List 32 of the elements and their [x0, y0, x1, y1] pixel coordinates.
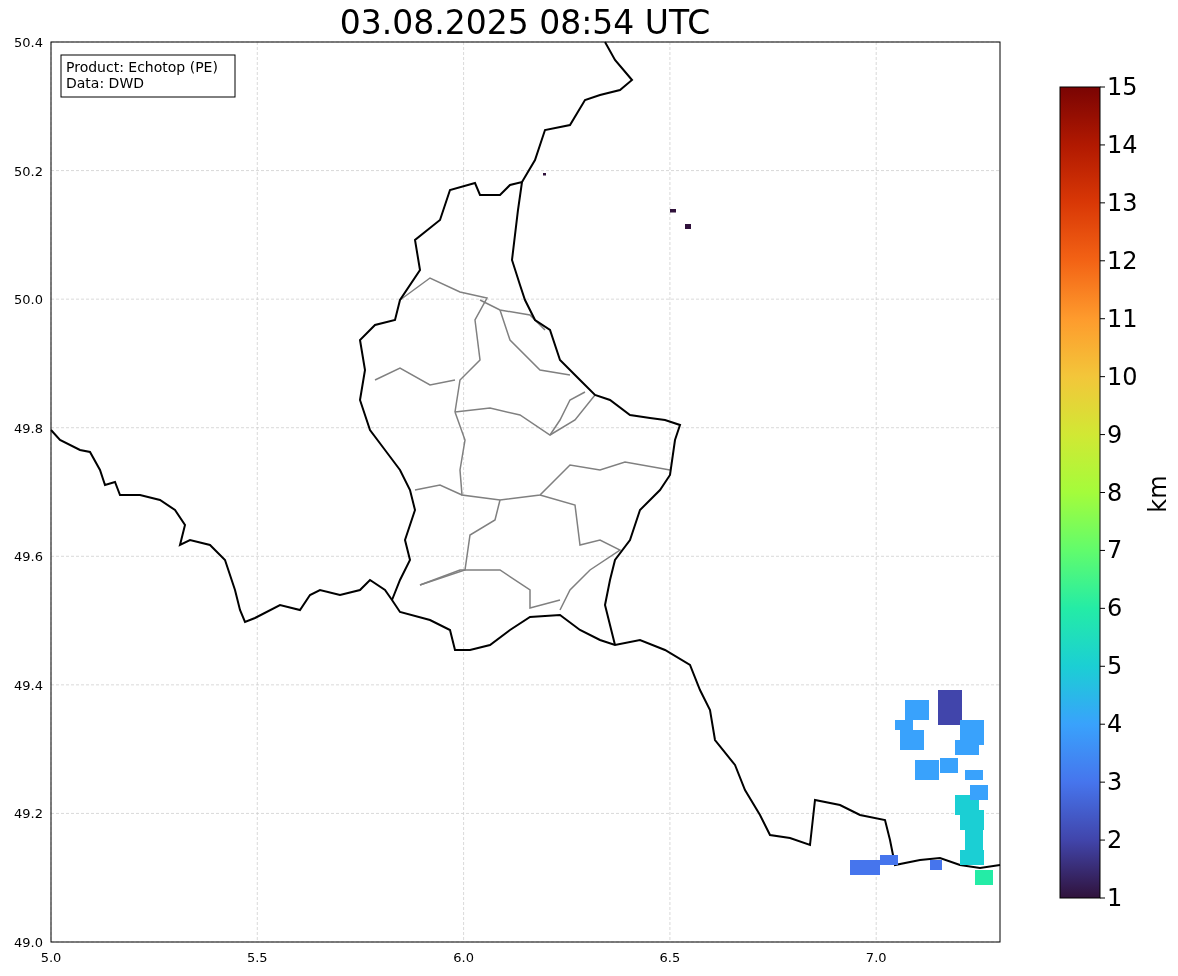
y-tick-label: 49.6	[14, 549, 43, 565]
y-tick-label: 49.2	[14, 806, 43, 822]
colorbar-tick-label: 5	[1107, 652, 1123, 681]
colorbar-tick-label: 15	[1107, 73, 1138, 101]
colorbar-tick-label: 8	[1107, 478, 1123, 507]
colorbar-tick-label: 14	[1107, 130, 1138, 159]
colorbar-tick-label: 13	[1107, 188, 1138, 217]
legend-text: Product: Echotop (PE)	[66, 59, 218, 75]
y-tick-label: 50.0	[14, 292, 43, 308]
legend-text: Data: DWD	[66, 75, 144, 91]
x-tick-label: 7.0	[865, 950, 887, 965]
colorbar-tick-label: 2	[1107, 826, 1123, 855]
x-tick-label: 5.5	[246, 950, 268, 965]
colorbar-tick-label: 12	[1107, 246, 1138, 275]
colorbar-tick-label: 11	[1107, 304, 1138, 333]
x-tick-label: 6.5	[659, 950, 681, 965]
y-tick-label: 49.0	[14, 935, 43, 950]
colorbar-tick-label: 4	[1107, 710, 1123, 739]
chart-title: 03.08.2025 08:54 UTC	[339, 3, 711, 42]
x-tick-label: 6.0	[453, 950, 474, 965]
y-tick-label: 50.4	[14, 35, 43, 50]
x-tick-label: 5.0	[40, 950, 62, 965]
colorbar-tick-label: 3	[1107, 768, 1123, 797]
colorbar-tick-label: 9	[1107, 420, 1123, 449]
colorbar-tick-label: 1	[1107, 884, 1123, 912]
y-tick-label: 50.2	[14, 163, 43, 179]
colorbar-tick-label: 7	[1107, 536, 1123, 565]
colorbar-label: km	[1144, 475, 1172, 513]
y-tick-label: 49.4	[14, 677, 43, 693]
colorbar-tick-label: 6	[1107, 594, 1123, 623]
y-tick-label: 49.8	[14, 420, 43, 436]
colorbar-tick-label: 10	[1107, 362, 1138, 391]
